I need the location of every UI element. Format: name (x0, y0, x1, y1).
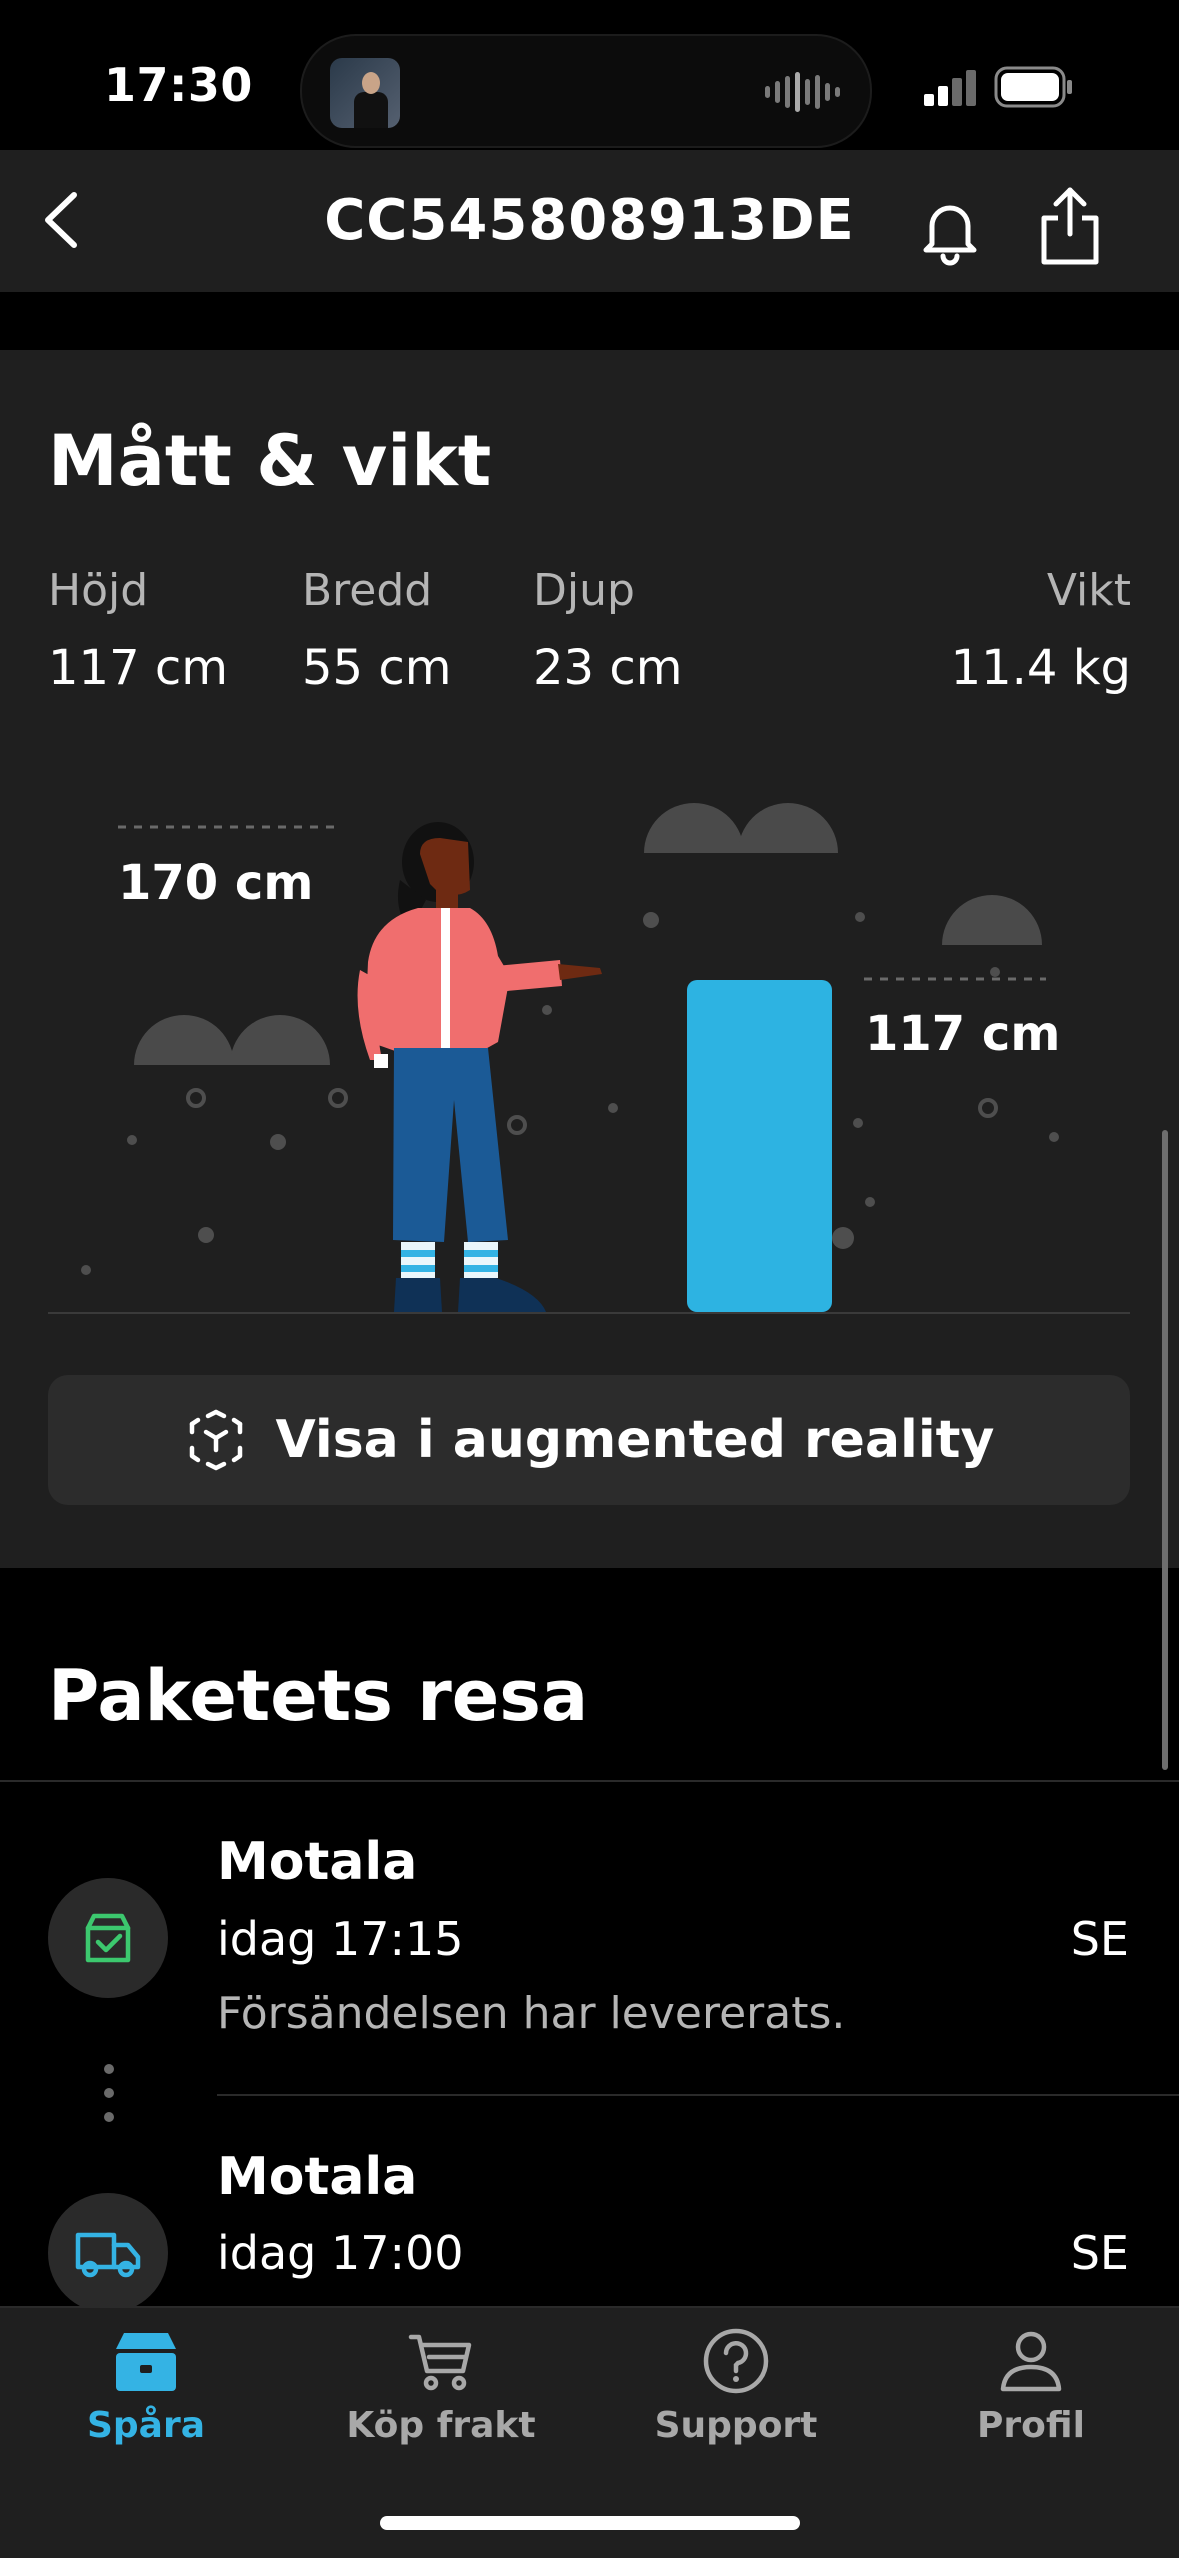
person-figure (357, 822, 602, 1312)
tab-buy-shipping[interactable]: Köp frakt (331, 2325, 551, 2446)
timeline-connector (104, 2064, 114, 2136)
divider (0, 1780, 1179, 1782)
width-label: Bredd (302, 565, 433, 616)
event-icon-transit (48, 2193, 168, 2313)
ar-button-label: Visa i augmented reality (275, 1410, 995, 1470)
tab-profile[interactable]: Profil (921, 2325, 1141, 2446)
journey-title: Paketets resa (48, 1655, 589, 1737)
person-height-label: 170 cm (118, 855, 314, 911)
ground-line (48, 1312, 1130, 1314)
dimensions-title: Mått & vikt (48, 420, 492, 502)
tab-track[interactable]: Spåra (36, 2325, 256, 2446)
tab-label: Spåra (86, 2405, 206, 2446)
event-time: idag 17:00 (217, 2226, 464, 2280)
height-value: 117 cm (48, 640, 229, 696)
package-shape (687, 980, 832, 1312)
package-height-label: 117 cm (865, 1006, 1061, 1062)
notifications-button[interactable] (910, 190, 990, 270)
status-time: 17:30 (104, 58, 253, 112)
tab-label: Support (654, 2405, 818, 2446)
width-value: 55 cm (302, 640, 452, 696)
ar-cube-icon (189, 1409, 242, 1471)
tab-support[interactable]: Support (626, 2325, 846, 2446)
depth-value: 23 cm (533, 640, 683, 696)
event-country: SE (1070, 2226, 1129, 2280)
bell-icon (923, 205, 977, 266)
share-button[interactable] (1030, 182, 1110, 270)
share-icon (1041, 187, 1099, 265)
scrollbar[interactable] (1162, 1130, 1168, 1770)
page-title: CC545808913DE (324, 188, 855, 253)
now-playing-thumbnail (330, 58, 400, 128)
event-time: idag 17:15 (217, 1912, 464, 1966)
ar-view-button[interactable]: Visa i augmented reality (48, 1375, 1130, 1505)
height-label: Höjd (48, 565, 149, 616)
tab-label: Köp frakt (346, 2405, 536, 2446)
cart-icon (408, 2334, 472, 2391)
home-indicator[interactable] (380, 2516, 800, 2530)
depth-label: Djup (533, 565, 635, 616)
event-country: SE (1070, 1912, 1129, 1966)
weight-label: Vikt (1046, 565, 1131, 616)
dynamic-island[interactable] (300, 34, 872, 148)
event-description: Försändelsen har levererats. (217, 1988, 846, 2039)
package-icon (116, 2333, 176, 2391)
truck-icon (75, 2232, 141, 2278)
audio-waveform-icon (765, 72, 840, 112)
signal-icon (924, 70, 976, 106)
event-city: Motala (217, 1832, 418, 1892)
event-icon-delivered (48, 1878, 168, 1998)
profile-icon (1000, 2331, 1062, 2392)
divider (217, 2094, 1179, 2096)
event-city: Motala (217, 2147, 418, 2207)
package-delivered-icon (85, 1913, 131, 1963)
tab-label: Profil (977, 2405, 1085, 2446)
weight-value: 11.4 kg (950, 640, 1131, 696)
battery-icon (994, 66, 1072, 108)
help-icon (703, 2328, 769, 2394)
